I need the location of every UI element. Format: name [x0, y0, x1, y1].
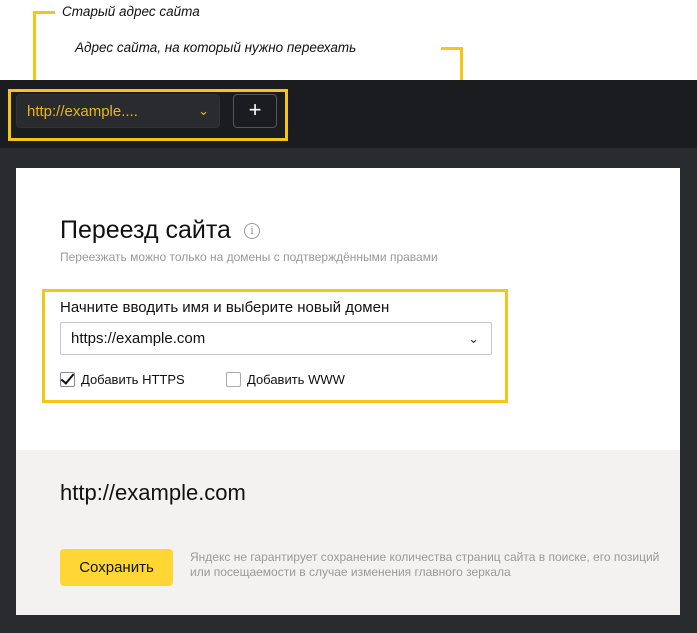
- callout-new-address: Адрес сайта, на который нужно переехать: [75, 40, 357, 55]
- save-button[interactable]: Сохранить: [60, 549, 173, 586]
- result-panel: [16, 450, 680, 615]
- frame-left: [0, 168, 16, 615]
- domain-field-label: Начните вводить имя и выберите новый дом…: [60, 299, 390, 316]
- page-title: Переезд сайта: [60, 216, 231, 244]
- new-domain-value: https://example.com: [71, 330, 206, 347]
- add-www-label: Добавить WWW: [247, 371, 345, 387]
- callout-old-address: Старый адрес сайта: [62, 4, 200, 19]
- disclaimer-text: Яндекс не гарантирует сохранение количес…: [190, 550, 660, 579]
- new-url-preview: http://example.com: [60, 480, 246, 505]
- plus-icon: +: [248, 97, 262, 122]
- chevron-down-icon: ⌄: [468, 331, 479, 346]
- add-www-checkbox[interactable]: Добавить WWW: [226, 370, 345, 388]
- callout-line-old-v: [33, 11, 36, 89]
- frame-right: [680, 168, 697, 615]
- site-selector-value: http://example....: [27, 103, 138, 120]
- page-subtitle: Переезжать можно только на домены с подт…: [60, 250, 438, 264]
- checkbox-empty-icon: [226, 371, 241, 387]
- footer-strip: [0, 615, 697, 633]
- add-https-label: Добавить HTTPS: [81, 371, 185, 387]
- add-site-button[interactable]: +: [233, 94, 277, 128]
- callout-line-old-h: [33, 11, 55, 14]
- chevron-down-icon: ⌄: [198, 103, 209, 118]
- header-stripe: [0, 148, 697, 168]
- add-https-checkbox[interactable]: Добавить HTTPS: [60, 370, 185, 388]
- new-domain-select[interactable]: https://example.com ⌄: [60, 322, 492, 355]
- checkmark-icon: [60, 371, 75, 387]
- info-icon[interactable]: i: [244, 223, 260, 239]
- site-selector[interactable]: http://example.... ⌄: [16, 94, 220, 128]
